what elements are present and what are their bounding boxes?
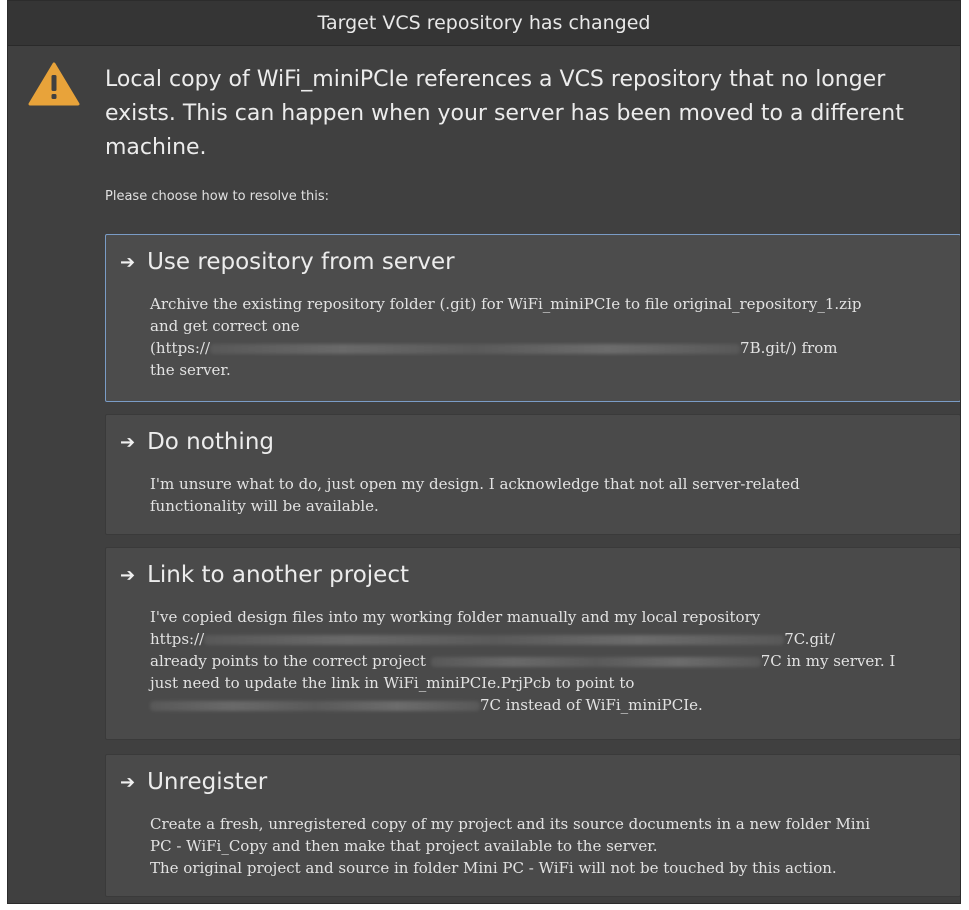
option-use-repository-from-server[interactable]: ➔ Use repository from server Archive the… xyxy=(105,234,960,402)
arrow-right-icon: ➔ xyxy=(120,564,136,586)
option-description: I've copied design files into my working… xyxy=(150,606,955,716)
redacted-project-id xyxy=(430,657,761,667)
option-title-text: Do nothing xyxy=(147,429,274,455)
option-title-text: Link to another project xyxy=(147,562,409,588)
desc-line: 7C instead of WiFi_miniPCIe. xyxy=(150,694,955,716)
desc-line: PC - WiFi_Copy and then make that projec… xyxy=(150,837,658,855)
option-description: Create a fresh, unregistered copy of my … xyxy=(150,813,955,879)
desc-line: already points to the correct project 7C… xyxy=(150,650,955,672)
arrow-right-icon: ➔ xyxy=(120,251,136,273)
option-link-to-another-project[interactable]: ➔ Link to another project I've copied de… xyxy=(105,547,960,740)
desc-text: 7C in my server. I xyxy=(760,652,896,670)
option-title: ➔ Do nothing xyxy=(120,429,274,455)
desc-line: https:// 7C.git/ xyxy=(150,628,955,650)
option-title-text: Use repository from server xyxy=(147,249,455,275)
desc-line: The original project and source in folde… xyxy=(150,859,837,877)
url-prefix: https:// xyxy=(150,630,205,648)
warning-icon xyxy=(28,62,80,106)
url-suffix: 7C.git/ xyxy=(784,630,835,648)
option-unregister[interactable]: ➔ Unregister Create a fresh, unregistere… xyxy=(105,754,960,897)
dialog-titlebar: Target VCS repository has changed xyxy=(8,1,960,46)
option-title-text: Unregister xyxy=(147,769,268,795)
option-title: ➔ Link to another project xyxy=(120,562,409,588)
desc-line: I've copied design files into my working… xyxy=(150,608,761,626)
desc-line: I'm unsure what to do, just open my desi… xyxy=(150,475,800,493)
option-do-nothing[interactable]: ➔ Do nothing I'm unsure what to do, just… xyxy=(105,414,960,535)
arrow-right-icon: ➔ xyxy=(120,771,136,793)
redacted-url xyxy=(204,635,785,645)
desc-line: Archive the existing repository folder (… xyxy=(150,295,862,313)
resolve-prompt: Please choose how to resolve this: xyxy=(105,189,329,204)
option-description: I'm unsure what to do, just open my desi… xyxy=(150,473,955,517)
desc-line: Create a fresh, unregistered copy of my … xyxy=(150,815,871,833)
desc-text: already points to the correct project xyxy=(150,652,426,670)
desc-line: the server. xyxy=(150,361,231,379)
desc-line: just need to update the link in WiFi_min… xyxy=(150,674,635,692)
dialog-message: Local copy of WiFi_miniPCIe references a… xyxy=(105,67,904,160)
option-title: ➔ Unregister xyxy=(120,769,267,795)
redacted-project-id xyxy=(150,701,480,711)
desc-line: functionality will be available. xyxy=(150,497,379,515)
arrow-right-icon: ➔ xyxy=(120,431,136,453)
url-prefix: (https:// xyxy=(150,339,211,357)
desc-text: 7C instead of WiFi_miniPCIe. xyxy=(480,696,703,714)
dialog-title: Target VCS repository has changed xyxy=(317,12,651,34)
option-title: ➔ Use repository from server xyxy=(120,249,455,275)
desc-line: and get correct one xyxy=(150,317,300,335)
option-description: Archive the existing repository folder (… xyxy=(150,293,955,381)
redacted-url xyxy=(210,344,741,354)
url-suffix: 7B.git/) from xyxy=(740,339,838,357)
desc-line: (https:// 7B.git/) from xyxy=(150,337,955,359)
vcs-changed-dialog: Target VCS repository has changed Local … xyxy=(7,0,961,904)
